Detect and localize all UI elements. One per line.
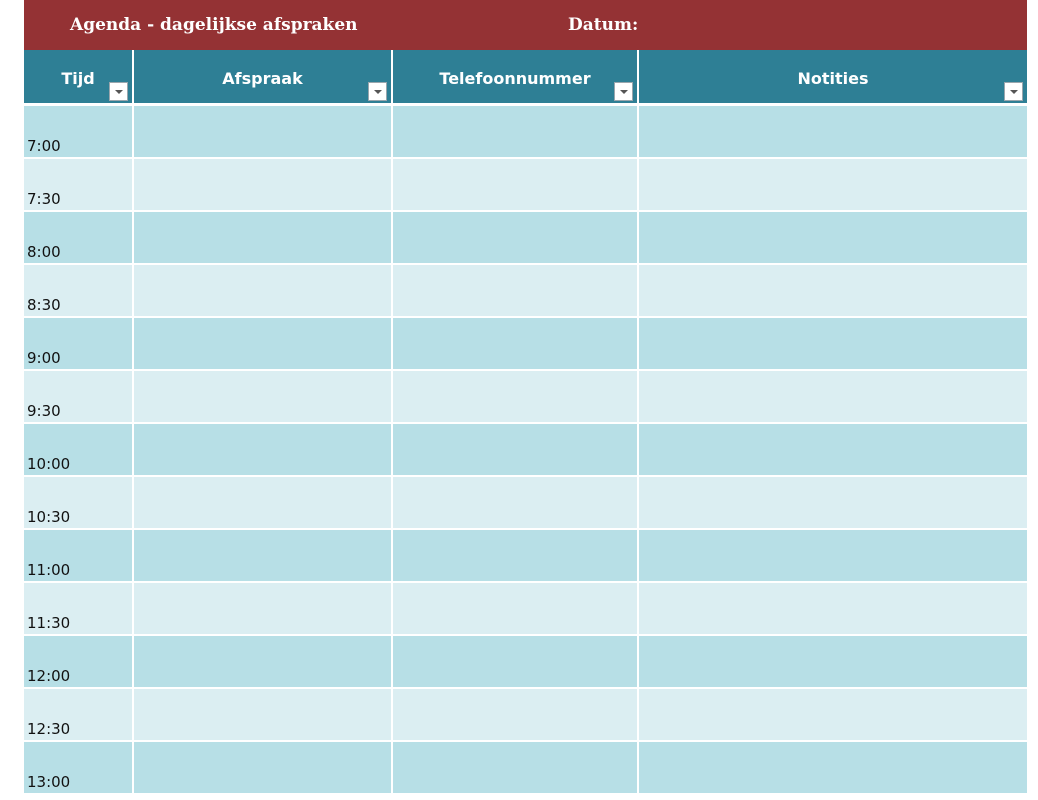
cell-notities[interactable] bbox=[639, 742, 1027, 793]
time-label: 12:30 bbox=[27, 720, 71, 738]
cell-telefoonnummer[interactable] bbox=[393, 742, 639, 793]
cell-telefoonnummer[interactable] bbox=[393, 371, 639, 422]
cell-tijd[interactable]: 8:00 bbox=[24, 212, 134, 263]
cell-tijd[interactable]: 8:30 bbox=[24, 265, 134, 316]
cell-afspraak[interactable] bbox=[134, 530, 393, 581]
cell-afspraak[interactable] bbox=[134, 583, 393, 634]
cell-afspraak[interactable] bbox=[134, 159, 393, 210]
cell-tijd[interactable]: 11:30 bbox=[24, 583, 134, 634]
cell-afspraak[interactable] bbox=[134, 212, 393, 263]
cell-notities[interactable] bbox=[639, 636, 1027, 687]
title-bar: Agenda - dagelijkse afspraken Datum: bbox=[24, 0, 1027, 50]
table-row: 8:30 bbox=[24, 265, 1027, 318]
cell-afspraak[interactable] bbox=[134, 636, 393, 687]
date-label: Datum: bbox=[568, 15, 639, 35]
cell-notities[interactable] bbox=[639, 477, 1027, 528]
table-row: 10:30 bbox=[24, 477, 1027, 530]
table-row: 11:00 bbox=[24, 530, 1027, 583]
table-row: 10:00 bbox=[24, 424, 1027, 477]
table-row: 9:00 bbox=[24, 318, 1027, 371]
cell-tijd[interactable]: 9:30 bbox=[24, 371, 134, 422]
table-row: 9:30 bbox=[24, 371, 1027, 424]
cell-afspraak[interactable] bbox=[134, 106, 393, 157]
cell-afspraak[interactable] bbox=[134, 689, 393, 740]
table-row: 7:30 bbox=[24, 159, 1027, 212]
filter-dropdown-icon[interactable] bbox=[109, 82, 128, 101]
cell-notities[interactable] bbox=[639, 106, 1027, 157]
table-row: 12:00 bbox=[24, 636, 1027, 689]
cell-tijd[interactable]: 9:00 bbox=[24, 318, 134, 369]
time-label: 11:00 bbox=[27, 561, 71, 579]
agenda-table-body: 7:00 7:30 8:00 8:30 9:00 9:30 10:00 10:30 11:00 1… bbox=[24, 106, 1027, 795]
time-label: 9:30 bbox=[27, 402, 61, 420]
cell-tijd[interactable]: 7:00 bbox=[24, 106, 134, 157]
filter-dropdown-icon[interactable] bbox=[368, 82, 387, 101]
cell-telefoonnummer[interactable] bbox=[393, 265, 639, 316]
filter-dropdown-icon[interactable] bbox=[614, 82, 633, 101]
cell-notities[interactable] bbox=[639, 530, 1027, 581]
column-header-label: Notities bbox=[797, 69, 869, 88]
cell-notities[interactable] bbox=[639, 265, 1027, 316]
time-label: 7:30 bbox=[27, 190, 61, 208]
table-row: 11:30 bbox=[24, 583, 1027, 636]
cell-telefoonnummer[interactable] bbox=[393, 159, 639, 210]
cell-notities[interactable] bbox=[639, 424, 1027, 475]
cell-afspraak[interactable] bbox=[134, 477, 393, 528]
cell-tijd[interactable]: 11:00 bbox=[24, 530, 134, 581]
time-label: 10:00 bbox=[27, 455, 71, 473]
cell-notities[interactable] bbox=[639, 689, 1027, 740]
cell-telefoonnummer[interactable] bbox=[393, 212, 639, 263]
table-row: 13:00 bbox=[24, 742, 1027, 795]
column-header-telefoonnummer: Telefoonnummer bbox=[393, 50, 639, 103]
time-label: 10:30 bbox=[27, 508, 71, 526]
cell-notities[interactable] bbox=[639, 318, 1027, 369]
cell-tijd[interactable]: 12:00 bbox=[24, 636, 134, 687]
table-row: 8:00 bbox=[24, 212, 1027, 265]
time-label: 8:00 bbox=[27, 243, 61, 261]
cell-telefoonnummer[interactable] bbox=[393, 106, 639, 157]
column-header-label: Afspraak bbox=[222, 69, 303, 88]
table-row: 12:30 bbox=[24, 689, 1027, 742]
cell-afspraak[interactable] bbox=[134, 742, 393, 793]
cell-notities[interactable] bbox=[639, 159, 1027, 210]
cell-notities[interactable] bbox=[639, 583, 1027, 634]
cell-afspraak[interactable] bbox=[134, 424, 393, 475]
time-label: 7:00 bbox=[27, 137, 61, 155]
cell-telefoonnummer[interactable] bbox=[393, 318, 639, 369]
column-header-tijd: Tijd bbox=[24, 50, 134, 103]
table-row: 7:00 bbox=[24, 106, 1027, 159]
cell-tijd[interactable]: 12:30 bbox=[24, 689, 134, 740]
table-header: Tijd Afspraak Telefoonnummer Notities bbox=[24, 50, 1027, 106]
time-label: 9:00 bbox=[27, 349, 61, 367]
cell-afspraak[interactable] bbox=[134, 265, 393, 316]
cell-afspraak[interactable] bbox=[134, 318, 393, 369]
cell-afspraak[interactable] bbox=[134, 371, 393, 422]
cell-tijd[interactable]: 10:00 bbox=[24, 424, 134, 475]
cell-telefoonnummer[interactable] bbox=[393, 424, 639, 475]
column-header-notities: Notities bbox=[639, 50, 1027, 103]
cell-telefoonnummer[interactable] bbox=[393, 530, 639, 581]
cell-telefoonnummer[interactable] bbox=[393, 636, 639, 687]
column-header-afspraak: Afspraak bbox=[134, 50, 393, 103]
cell-telefoonnummer[interactable] bbox=[393, 583, 639, 634]
cell-notities[interactable] bbox=[639, 371, 1027, 422]
cell-telefoonnummer[interactable] bbox=[393, 477, 639, 528]
cell-tijd[interactable]: 13:00 bbox=[24, 742, 134, 793]
cell-notities[interactable] bbox=[639, 212, 1027, 263]
column-header-label: Telefoonnummer bbox=[439, 69, 591, 88]
filter-dropdown-icon[interactable] bbox=[1004, 82, 1023, 101]
time-label: 11:30 bbox=[27, 614, 71, 632]
cell-tijd[interactable]: 10:30 bbox=[24, 477, 134, 528]
cell-tijd[interactable]: 7:30 bbox=[24, 159, 134, 210]
time-label: 13:00 bbox=[27, 773, 71, 791]
cell-telefoonnummer[interactable] bbox=[393, 689, 639, 740]
time-label: 8:30 bbox=[27, 296, 61, 314]
time-label: 12:00 bbox=[27, 667, 71, 685]
page-title: Agenda - dagelijkse afspraken bbox=[70, 15, 358, 35]
